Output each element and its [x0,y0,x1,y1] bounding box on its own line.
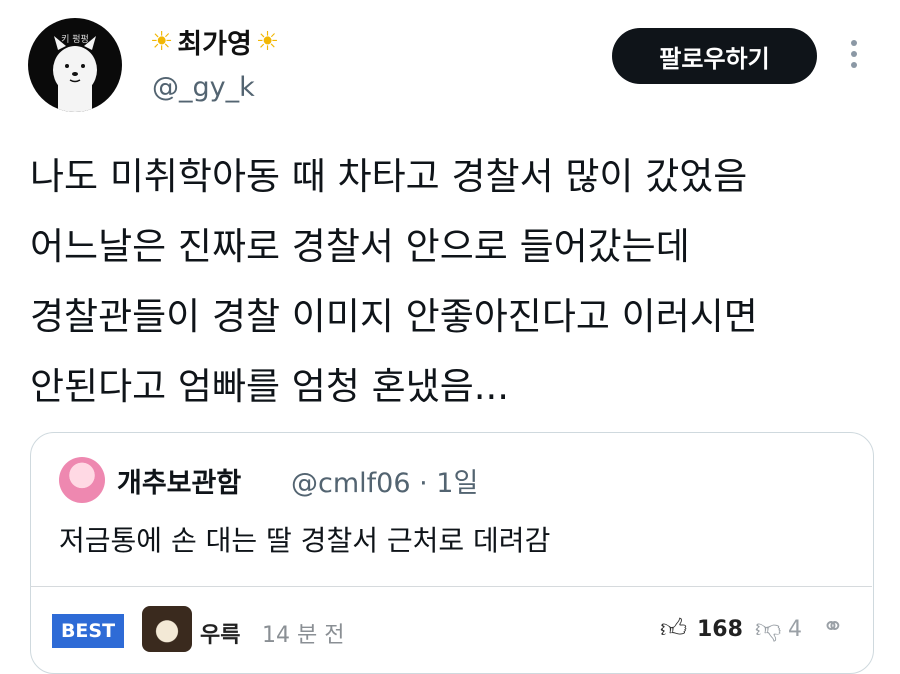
comment-time: 14 분 전 [262,623,345,648]
best-badge: BEST [52,614,124,648]
meta-separator: · [419,468,428,499]
thumbs-down-icon[interactable]: 👎︎ [755,613,781,644]
commenter-avatar[interactable] [142,606,192,652]
follow-button[interactable]: 팔로우하기 [612,28,817,84]
author-display-name-row[interactable]: ☀ 최가영 ☀ [150,22,279,61]
commenter-username[interactable]: 우륵 [200,617,240,649]
like-count: 168 [697,617,743,642]
vertical-ellipsis-icon[interactable] [848,40,860,74]
tweet-body: 나도 미취학아동 때 차타고 경찰서 많이 갔었음 어느날은 진짜로 경찰서 안… [30,142,890,422]
quoted-tweet-meta: @cmlf06 · 1일 [291,461,478,500]
thumbs-up-icon[interactable]: 👍︎ [660,613,687,644]
dislike-count: 4 [788,617,802,642]
quoted-tweet-time: 1일 [436,468,479,499]
author-handle[interactable]: @_gy_k [152,72,255,103]
share-icon[interactable]: ⚭ [822,612,844,642]
avatar-caption: 키 펑펑 [61,35,89,45]
sun-emoji-icon: ☀ [255,26,280,57]
quoted-author-avatar[interactable] [59,457,105,503]
tweet-line: 나도 미취학아동 때 차타고 경찰서 많이 갔었음 [30,155,748,198]
tweet-line: 경찰관들이 경찰 이미지 안좋아진다고 이러시면 [30,295,758,338]
sun-emoji-icon: ☀ [150,26,174,57]
author-display-name: 최가영 [177,29,252,60]
quoted-author-handle: @cmlf06 [291,468,411,499]
author-avatar[interactable]: 키 펑펑 [28,18,122,112]
quoted-tweet-text: 저금통에 손 대는 딸 경찰서 근처로 데려감 [59,524,551,557]
quoted-author-name[interactable]: 개추보관함 [117,461,241,500]
comment-divider [30,586,872,587]
tweet-line: 어느날은 진짜로 경찰서 안으로 들어갔는데 [30,225,690,268]
tweet-line: 안된다고 엄빠를 엄청 혼냈음... [30,365,510,408]
